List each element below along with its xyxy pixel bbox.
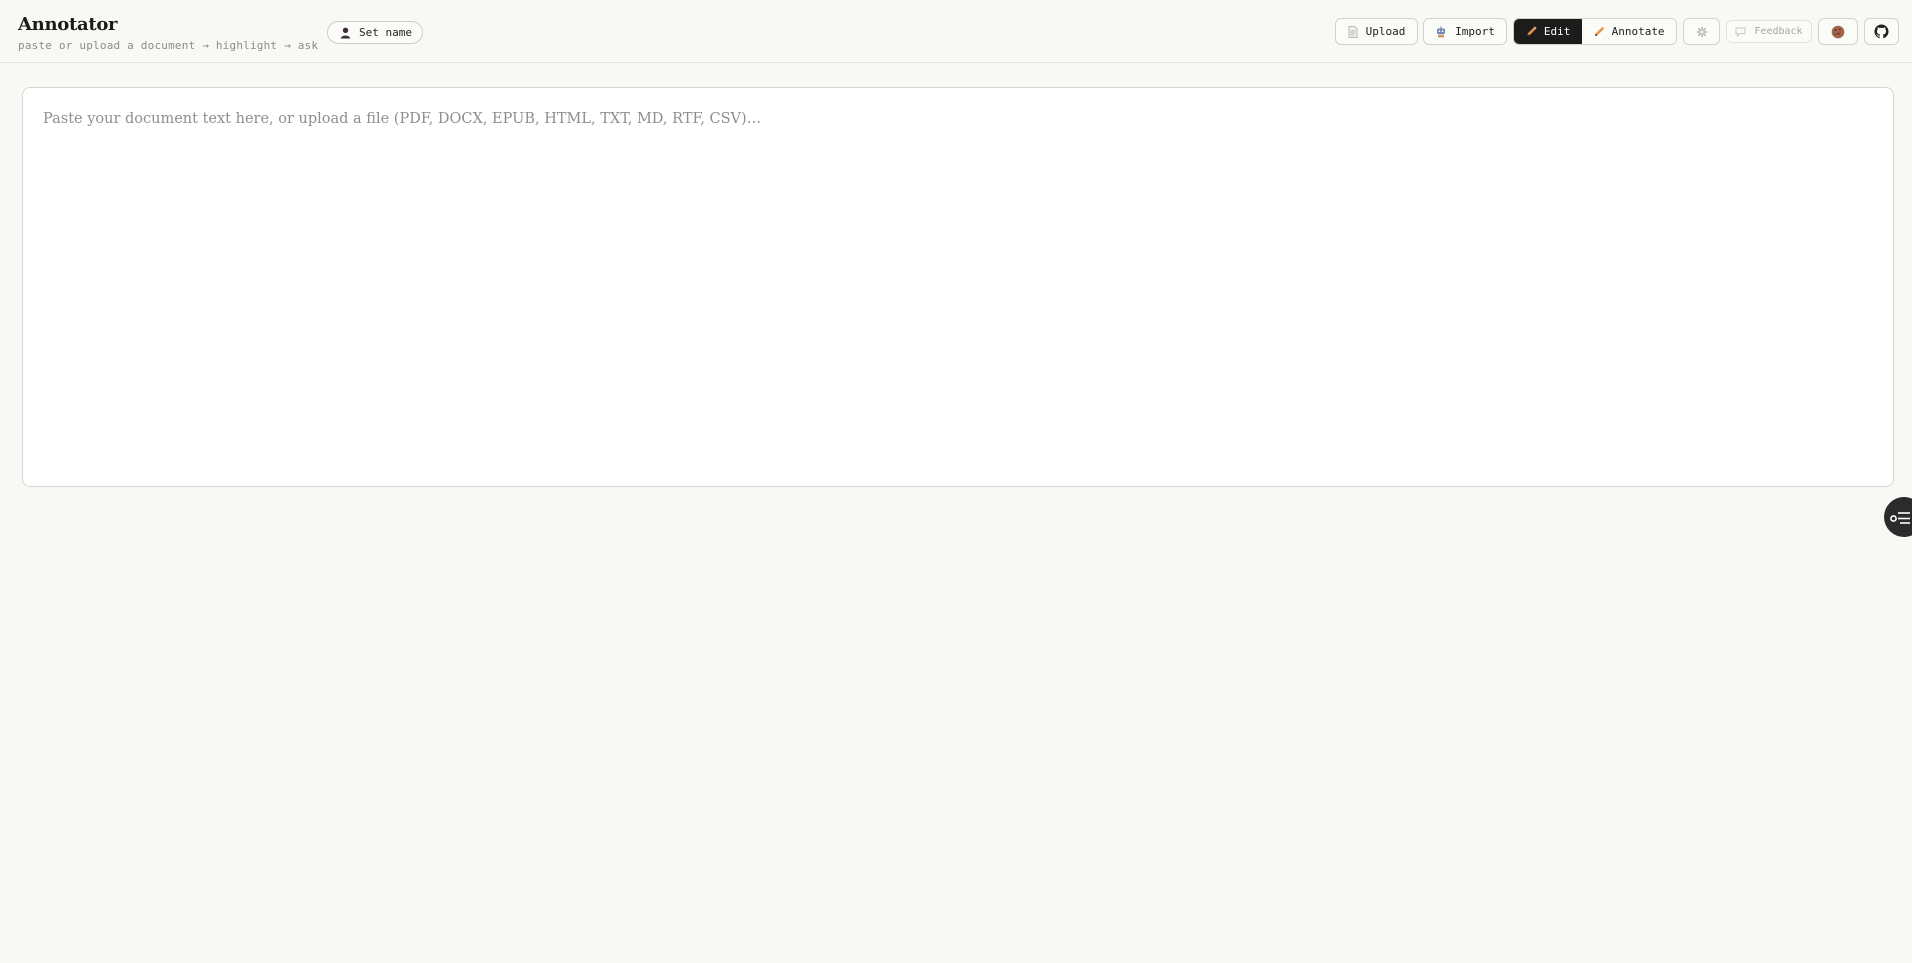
- pencil-icon: [1526, 26, 1537, 37]
- set-name-label: Set name: [359, 26, 412, 39]
- set-name-button[interactable]: Set name: [327, 21, 423, 44]
- document-input[interactable]: [23, 88, 1893, 486]
- import-button[interactable]: Import: [1423, 18, 1507, 45]
- mode-toggle: Edit Annotate: [1513, 18, 1677, 45]
- pencil-icon: [1594, 26, 1605, 37]
- github-icon: [1874, 24, 1889, 39]
- feedback-button[interactable]: Feedback: [1726, 20, 1812, 43]
- feedback-label: Feedback: [1754, 26, 1803, 37]
- brand: Annotator paste or upload a document → h…: [18, 14, 318, 52]
- toggle-panel-button[interactable]: [1884, 497, 1912, 537]
- annotate-mode-button[interactable]: Annotate: [1582, 19, 1676, 44]
- cookie-icon: [1831, 25, 1845, 39]
- edit-mode-label: Edit: [1543, 25, 1571, 38]
- document-icon: [1348, 25, 1358, 38]
- app-title: Annotator: [18, 14, 118, 35]
- document-panel: [22, 87, 1894, 487]
- robot-icon: [1435, 26, 1447, 38]
- chat-icon: [1735, 27, 1746, 37]
- github-button[interactable]: [1864, 18, 1899, 45]
- gear-icon: [1696, 26, 1708, 38]
- edit-mode-button[interactable]: Edit: [1514, 19, 1583, 44]
- settings-button[interactable]: [1683, 18, 1720, 45]
- import-label: Import: [1455, 25, 1495, 38]
- toggle-list-icon: [1890, 510, 1910, 524]
- annotate-mode-label: Annotate: [1611, 25, 1665, 38]
- theme-button[interactable]: [1818, 18, 1858, 45]
- upload-button[interactable]: Upload: [1335, 18, 1418, 45]
- upload-label: Upload: [1365, 25, 1406, 38]
- top-bar: Annotator paste or upload a document → h…: [0, 0, 1912, 63]
- app-subtitle: paste or upload a document → highlight →…: [18, 39, 319, 52]
- person-icon: [340, 27, 351, 39]
